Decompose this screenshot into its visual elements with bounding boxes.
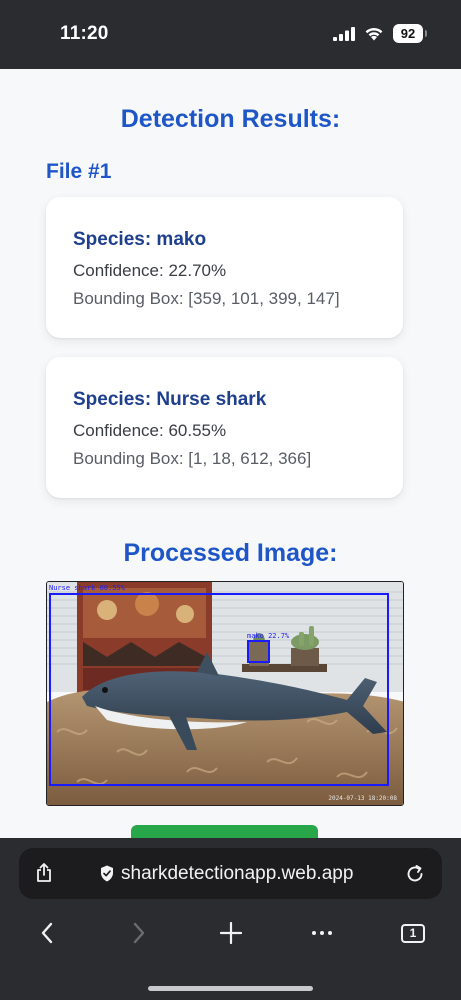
back-button[interactable]	[27, 918, 67, 948]
detection-card: Species: mako Confidence: 22.70% Boundin…	[46, 197, 403, 338]
status-time: 11:20	[60, 23, 109, 44]
shield-icon	[101, 865, 113, 882]
species-label: Species: Nurse shark	[73, 389, 267, 410]
browser-toolbar: sharkdetectionapp.web.app 1	[0, 838, 461, 1000]
nurse-shark-box-label: Nurse shark 60.55%	[49, 584, 125, 592]
detection-card: Species: Nurse shark Confidence: 60.55% …	[46, 357, 403, 498]
status-bar: 11:20 92	[0, 0, 461, 69]
chevron-right-icon	[133, 922, 145, 944]
confidence-label: Confidence: 22.70%	[73, 261, 227, 280]
new-tab-button[interactable]	[211, 918, 251, 948]
tabs-button[interactable]: 1	[393, 918, 433, 948]
processed-image-title: Processed Image:	[123, 539, 338, 567]
mako-bounding-box	[247, 640, 270, 663]
chevron-left-icon	[41, 922, 53, 944]
home-indicator	[148, 986, 313, 991]
wifi-icon	[365, 27, 383, 41]
url-text: sharkdetectionapp.web.app	[121, 863, 354, 884]
cellular-signal-icon	[333, 26, 355, 41]
status-icons: 92	[333, 24, 427, 43]
tab-count: 1	[409, 926, 417, 940]
share-icon[interactable]	[35, 863, 53, 883]
browser-nav-row: 1	[0, 918, 461, 948]
tabs-icon: 1	[401, 923, 425, 943]
nurse-shark-bounding-box	[49, 593, 389, 786]
battery-indicator: 92	[393, 24, 427, 43]
page: 11:20 92 Detection Results: File #1 Spec…	[0, 0, 461, 1000]
confidence-label: Confidence: 60.55%	[73, 421, 227, 440]
address-bar[interactable]: sharkdetectionapp.web.app	[19, 848, 442, 899]
processed-image: Nurse shark 60.55% mako 22.7% 2024-07-13…	[46, 581, 404, 806]
bounding-box-label: Bounding Box: [1, 18, 612, 366]	[73, 449, 312, 468]
species-label: Species: mako	[73, 229, 207, 250]
bounding-box-label: Bounding Box: [359, 101, 399, 147]	[73, 289, 340, 308]
reload-icon[interactable]	[405, 864, 425, 884]
main-content: Detection Results: File #1 Species: mako…	[0, 69, 461, 855]
page-title: Detection Results:	[120, 105, 341, 133]
plus-icon	[220, 922, 242, 944]
more-button[interactable]	[302, 918, 342, 948]
file-label: File #1	[46, 160, 112, 183]
ellipsis-icon	[312, 931, 332, 935]
mako-box-label: mako 22.7%	[247, 632, 290, 640]
forward-button[interactable]	[119, 918, 159, 948]
image-timestamp: 2024-07-13 18:20:08	[328, 795, 397, 802]
